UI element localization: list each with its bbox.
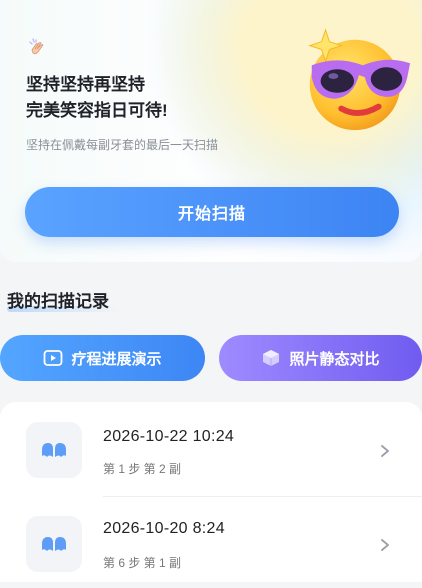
chevron-right-icon: [381, 539, 389, 551]
start-scan-button[interactable]: 开始扫描: [25, 187, 399, 237]
teeth-icon: [42, 443, 66, 457]
hero-title: 坚持坚持再坚持 完美笑容指日可待!: [26, 72, 236, 124]
hero-subtitle: 坚持在佩戴每副牙套的最后一天扫描: [26, 138, 219, 152]
scan-record-row[interactable]: 2026-10-22 10:24 第 1 步 第 2 副: [0, 408, 422, 496]
photo-static-compare-button[interactable]: 照片静态对比: [219, 335, 422, 381]
clapping-hands-icon: [29, 38, 44, 55]
hero-card: 坚持坚持再坚持 完美笑容指日可待! 坚持在佩戴每副牙套的最后一天扫描 开始扫描: [0, 0, 422, 262]
treatment-progress-demo-button[interactable]: 疗程进展演示: [0, 335, 205, 381]
video-icon: [44, 350, 63, 366]
teeth-icon: [42, 537, 66, 551]
scan-record-row[interactable]: 2026-10-20 8:24 第 6 步 第 1 副: [0, 500, 422, 588]
record-datetime: 2026-10-22 10:24: [103, 428, 235, 445]
chevron-right-icon: [381, 445, 389, 457]
record-step-info: 第 6 步 第 1 副: [103, 556, 182, 570]
photo-static-compare-label: 照片静态对比: [289, 350, 380, 368]
row-divider: [103, 496, 422, 497]
hero-title-line2: 完美笑容指日可待!: [26, 101, 168, 120]
teeth-tile: [26, 422, 82, 478]
record-step-info: 第 1 步 第 2 副: [103, 462, 182, 476]
sunglasses-emoji-icon: [308, 28, 411, 131]
hero-title-line1: 坚持坚持再坚持: [26, 75, 145, 94]
treatment-progress-demo-label: 疗程进展演示: [71, 350, 162, 368]
teeth-tile: [26, 516, 82, 572]
scan-records-title: 我的扫描记录: [7, 292, 109, 311]
cube-icon: [263, 350, 280, 366]
record-datetime: 2026-10-20 8:24: [103, 520, 225, 537]
